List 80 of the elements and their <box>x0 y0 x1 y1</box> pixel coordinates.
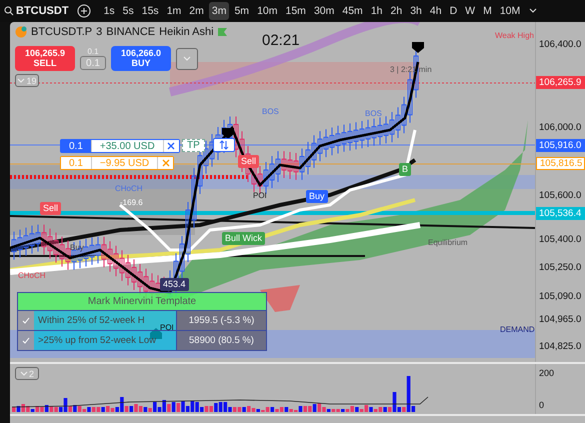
quantity-label: 0.1 <box>87 47 99 56</box>
price-tick: 105,400.0 <box>538 233 582 246</box>
interval-tab[interactable]: 1s <box>100 2 118 20</box>
volume-tick: 0 <box>539 400 544 410</box>
chevron-down-icon <box>183 56 191 62</box>
chevron-down-icon <box>17 78 26 84</box>
interval-tab[interactable]: 15s <box>138 2 162 20</box>
interval-tab[interactable]: 3m <box>208 2 230 20</box>
price-tick: 104,965.0 <box>538 313 582 326</box>
close-icon <box>167 142 176 150</box>
price-tick: 104,825.0 <box>538 340 582 353</box>
reverse-button[interactable] <box>213 138 235 152</box>
dropdown-button[interactable] <box>176 48 198 70</box>
price-tag: 106,265.9 <box>536 76 585 89</box>
price-tick: 106,400.0 <box>538 38 582 51</box>
order-line-label[interactable]: 0.1 +35.00 USD <box>60 139 180 153</box>
interval-tab[interactable]: 45m <box>339 2 366 20</box>
chart-type: Heikin Ashi <box>159 26 214 38</box>
symbol-search-field[interactable]: BTCUSDT <box>16 5 69 17</box>
chart-annotation: -169.6 <box>120 199 143 207</box>
chart-annotation: CHoCH <box>115 185 143 193</box>
chart-annotation: BOS <box>262 108 279 116</box>
sell-button[interactable]: 106,265.9 SELL <box>15 46 75 71</box>
search-icon[interactable] <box>4 6 14 16</box>
chart-annotation: CHoCH <box>18 272 46 280</box>
price-tick: 105,090.0 <box>538 290 582 303</box>
interval-tab[interactable]: 15m <box>282 2 309 20</box>
interval-tab[interactable]: D <box>446 2 460 20</box>
cloud-area <box>260 285 300 312</box>
volume-tick: 200 <box>539 368 554 378</box>
chart-annotation: BOS <box>365 110 382 118</box>
chevron-down-icon <box>20 370 28 376</box>
interval-tab[interactable]: 10M <box>496 2 524 20</box>
symbol-name: BTCUSDT.P <box>31 26 92 38</box>
chart-annotation: POI <box>253 192 267 200</box>
table-cell: 58900 (80.5 %) <box>176 330 266 350</box>
table-cell: 1959.5 (-5.3 %) <box>176 310 266 330</box>
interval-tab[interactable]: 3h <box>407 2 425 20</box>
signal-tag: Sell <box>40 202 62 215</box>
chart-annotation: Weak High <box>495 32 534 40</box>
signal-tag: Buy <box>306 190 328 203</box>
interval-tab[interactable]: 5m <box>231 2 252 20</box>
interval-tab[interactable]: 10m <box>254 2 280 20</box>
interval-tab[interactable]: 4h <box>426 2 445 20</box>
price-tick: 105,250.0 <box>538 261 582 274</box>
interval-tab[interactable]: 1m <box>164 2 184 20</box>
interval-tab[interactable]: 5s <box>120 2 137 20</box>
interval-tab[interactable]: 2h <box>388 2 406 20</box>
chart-annotation: POI <box>160 324 174 332</box>
close-button[interactable] <box>162 140 179 152</box>
interval-tab[interactable]: W <box>462 2 478 20</box>
signal-tag: B <box>399 163 412 176</box>
signal-tag: Sell <box>238 155 260 168</box>
price-tick: 105,600.0 <box>538 189 582 202</box>
signal-tag: 453.4 <box>160 278 189 291</box>
chart-annotation: DEMAND <box>500 326 535 334</box>
interval-tab[interactable]: 1h <box>368 2 386 20</box>
signal-tag: Bull Wick <box>222 232 266 245</box>
price-tag: 105,916.0 <box>536 139 585 152</box>
table-header: Mark Minervini Template <box>18 293 266 310</box>
take-profit-button[interactable]: TP <box>182 139 205 152</box>
check-icon <box>22 316 30 324</box>
close-icon <box>162 159 170 167</box>
price-tick: 106,000.0 <box>538 121 582 134</box>
chevron-down-icon[interactable] <box>529 8 538 14</box>
chart-annotation: Equilibrium <box>428 239 468 247</box>
price-tag: 105,536.4 <box>536 207 585 220</box>
buy-button[interactable]: 106,266.0 BUY <box>111 46 171 71</box>
countdown-timer: 02:21 <box>262 32 300 49</box>
table-cell: >25% up from 52-week Low <box>34 330 176 350</box>
check-icon <box>22 336 30 344</box>
interval-tab[interactable]: 30m <box>310 2 338 20</box>
interval-tab[interactable]: 2m <box>186 2 207 20</box>
exchange-name: BINANCE <box>106 26 156 38</box>
arrows-up-down-icon <box>219 140 229 150</box>
legend-interval: 3 <box>96 26 102 38</box>
interval-tab[interactable]: M <box>480 2 495 20</box>
coin-logo-icon <box>15 26 27 38</box>
price-tag: 105,816.5 <box>536 157 585 170</box>
add-symbol-icon[interactable] <box>76 4 91 18</box>
